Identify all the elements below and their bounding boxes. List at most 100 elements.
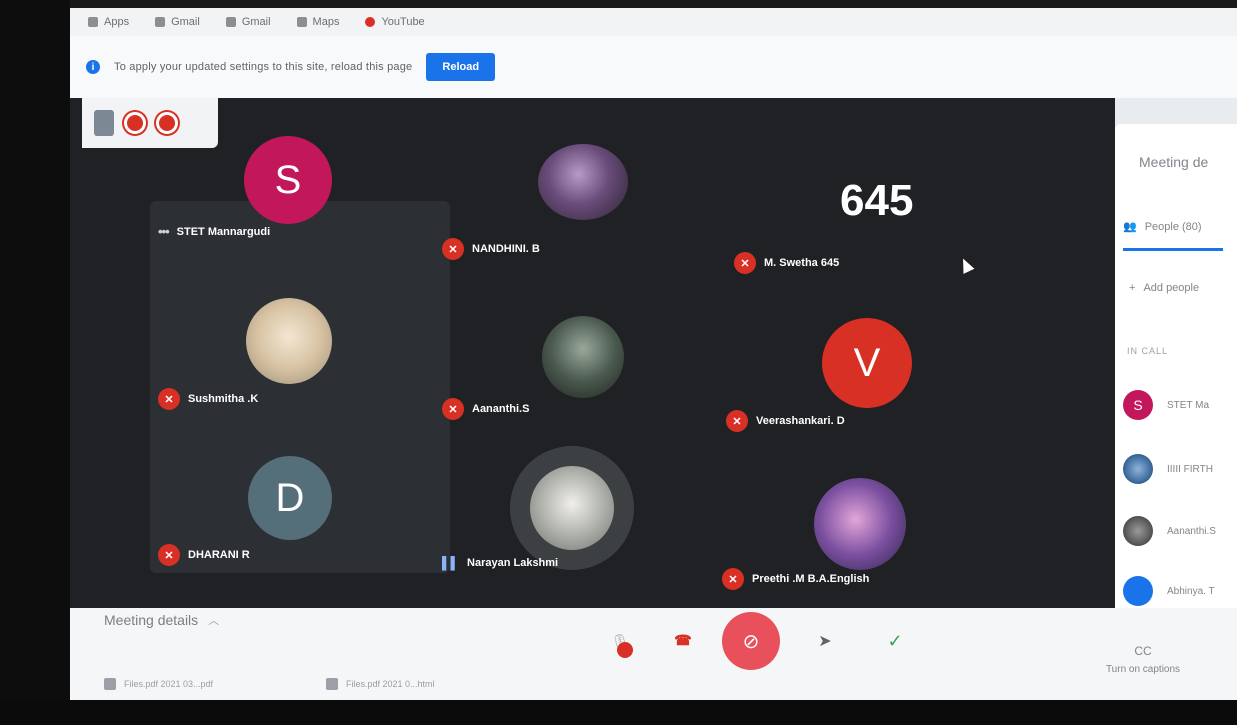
participant-name: M. Swetha 645 <box>764 257 840 269</box>
mic-off-icon: ✕ <box>442 238 464 260</box>
settings-infobar: i To apply your updated settings to this… <box>70 36 1237 98</box>
participant-name: STET Mannargudi <box>176 225 271 238</box>
bookmark-mail[interactable]: Gmail <box>225 16 271 28</box>
monitor-bezel-top <box>0 0 1237 8</box>
camera-toggle-button[interactable]: ⊘ <box>722 612 780 670</box>
person-avatar: S <box>1123 390 1153 420</box>
mic-status-icon <box>156 112 178 134</box>
screen: Apps Gmail Gmail Maps YouTube i To apply… <box>70 8 1237 700</box>
mail-icon <box>225 17 236 27</box>
person-name: Abhinya. T <box>1167 585 1215 597</box>
speaking-indicator-icon: ▌▌ <box>442 556 460 570</box>
person-avatar <box>1123 516 1153 546</box>
bookmark-apps[interactable]: Apps <box>88 16 129 28</box>
participant-photo <box>530 466 614 550</box>
participant-avatar <box>814 478 906 570</box>
record-status-icon <box>124 112 146 134</box>
gmail-icon <box>155 17 166 27</box>
participant-display-number: 645 <box>840 176 914 225</box>
mouse-cursor-icon <box>957 256 975 274</box>
active-tab-indicator <box>1123 248 1223 251</box>
bookmark-label: Apps <box>104 16 130 28</box>
bookmark-label: YouTube <box>381 16 425 28</box>
mic-off-icon: ✕ <box>722 568 744 590</box>
meeting-stage: S ••• STET Mannargudi ✕ NANDHINI. B 645 … <box>70 98 1115 608</box>
self-avatar <box>94 110 114 136</box>
meeting-controls-bar: Meeting details ︿ 🎙 ☎ ⊘ ➤ ✓ Files.pdf 20… <box>70 608 1237 700</box>
panel-title: Meeting de <box>1139 154 1209 170</box>
check-icon: ✓ <box>887 630 903 651</box>
meeting-details-button[interactable]: Meeting details ︿ <box>104 612 219 628</box>
hang-up-icon: ☎ <box>674 631 692 648</box>
participant-name: NANDHINI. B <box>472 243 540 255</box>
monitor-bezel-bottom <box>0 700 1237 725</box>
done-button[interactable]: ✓ <box>882 628 908 654</box>
file-icon <box>326 678 338 690</box>
download-item[interactable]: Files.pdf 2021 0...html <box>326 678 435 690</box>
download-item[interactable]: Files.pdf 2021 03...pdf <box>104 678 213 690</box>
person-avatar <box>1123 576 1153 606</box>
file-icon <box>104 678 116 690</box>
bookmark-maps[interactable]: Maps <box>296 16 340 28</box>
chevron-up-icon: ︿ <box>208 615 220 627</box>
people-icon: 👥 <box>1123 221 1137 233</box>
present-button[interactable]: ➤ <box>812 628 838 654</box>
captions-icon: CC <box>1134 644 1152 658</box>
bookmark-label: Gmail <box>241 16 271 28</box>
participant-avatar <box>246 298 332 384</box>
participant-name: DHARANI R <box>188 549 250 561</box>
mic-off-icon: ✕ <box>158 544 180 566</box>
leave-call-button[interactable]: ☎ <box>668 630 698 650</box>
infobar-message: To apply your updated settings to this s… <box>114 61 413 73</box>
participant-name: Narayan Lakshmi <box>467 557 559 569</box>
add-people-button[interactable]: + Add people <box>1129 282 1199 294</box>
download-filename: Files.pdf 2021 0...html <box>346 679 435 689</box>
in-call-heading: IN CALL <box>1127 346 1169 356</box>
participant-avatar: D <box>248 456 332 540</box>
reload-button[interactable]: Reload <box>426 53 496 81</box>
participant-avatar: V <box>822 318 912 408</box>
people-list-item[interactable]: Aananthi.S <box>1123 516 1216 546</box>
add-people-label: Add people <box>1143 282 1200 294</box>
participant-avatar <box>542 316 624 398</box>
people-list-item[interactable]: Abhinya. T <box>1123 576 1215 606</box>
bookmark-gmail[interactable]: Gmail <box>155 16 200 28</box>
people-list-item[interactable]: IIIII FIRTH <box>1123 454 1213 484</box>
meeting-details-panel: Meeting de 👥 People (80) + Add people IN… <box>1115 124 1237 608</box>
bookmark-youtube[interactable]: YouTube <box>365 16 425 28</box>
tab-people-label: People (80) <box>1144 220 1202 233</box>
mic-muted-badge <box>617 642 633 658</box>
participant-name: Preethi .M B.A.English <box>752 573 870 585</box>
mic-off-icon: ✕ <box>442 398 464 420</box>
mic-off-icon: ✕ <box>726 410 748 432</box>
self-view[interactable] <box>82 98 218 148</box>
bookmark-label: Maps <box>312 16 340 28</box>
info-icon: i <box>86 60 100 74</box>
person-name: IIIII FIRTH <box>1167 463 1213 475</box>
captions-button[interactable]: CC Turn on captions <box>1088 644 1198 675</box>
person-name: Aananthi.S <box>1167 525 1216 537</box>
participant-name: Sushmitha .K <box>188 393 259 405</box>
monitor-bezel-left <box>0 0 70 725</box>
youtube-icon <box>365 17 376 27</box>
person-name: STET Ma <box>1167 399 1210 411</box>
download-filename: Files.pdf 2021 03...pdf <box>124 679 214 689</box>
send-icon: ➤ <box>818 633 832 650</box>
people-list-item[interactable]: S STET Ma <box>1123 390 1209 420</box>
audio-indicator-icon: ••• <box>158 224 170 239</box>
meeting-details-label: Meeting details <box>104 612 199 628</box>
bookmark-label: Gmail <box>171 16 200 28</box>
captions-label: Turn on captions <box>1105 664 1181 675</box>
add-person-icon: + <box>1129 282 1136 294</box>
tab-people[interactable]: 👥 People (80) <box>1123 220 1202 234</box>
participant-avatar <box>538 144 628 220</box>
camera-off-icon: ⊘ <box>742 630 760 653</box>
maps-icon <box>296 17 307 27</box>
bookmarks-bar: Apps Gmail Gmail Maps YouTube <box>70 8 1237 36</box>
mic-off-icon: ✕ <box>158 388 180 410</box>
microphone-button[interactable]: 🎙 <box>605 628 635 658</box>
participant-name: Aananthi.S <box>472 403 530 415</box>
participant-name: Veerashankari. D <box>756 415 845 427</box>
person-avatar <box>1123 454 1153 484</box>
apps-icon <box>88 17 98 27</box>
